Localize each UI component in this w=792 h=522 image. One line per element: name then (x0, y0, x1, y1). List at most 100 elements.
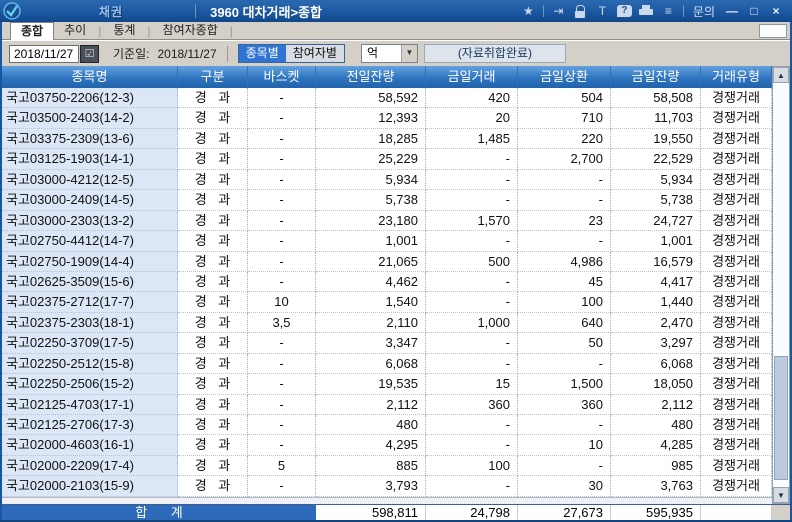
tab-trend[interactable]: 추이 (54, 22, 96, 40)
cell-today-trade: 1,000 (426, 312, 518, 334)
scrollbar-thumb[interactable] (774, 356, 788, 480)
lock-icon[interactable] (573, 4, 588, 18)
cell-basket: - (248, 476, 316, 497)
cell-basket: - (248, 88, 316, 109)
cell-name: 국고02250-2512(15-8) (2, 353, 178, 375)
scroll-down-button[interactable]: ▼ (773, 487, 789, 503)
date-input[interactable] (9, 44, 79, 63)
dropdown-arrow-icon[interactable]: ▼ (400, 45, 417, 62)
table-row[interactable]: 국고02125-4703(17-1) 경 과 -2,112 360 360 2,112 경쟁… (2, 394, 772, 415)
titlebar-divider (682, 5, 684, 17)
cell-basket: - (248, 108, 316, 129)
cell-gubun: 경 과 (178, 312, 248, 334)
cell-basket: - (248, 169, 316, 191)
table-row[interactable]: 국고03750-2206(12-3) 경 과 -58,592 420 504 58,508… (2, 88, 772, 109)
cell-gubun: 경 과 (178, 210, 248, 232)
window-border (0, 22, 2, 522)
cell-prev-balance: 21,065 (316, 251, 426, 272)
cell-today-trade: 360 (426, 394, 518, 415)
cell-today-repay: 1,500 (518, 374, 611, 395)
cell-today-repay: - (518, 169, 611, 191)
table-row[interactable]: 국고02750-1909(14-4) 경 과 -21,065 500 4,986 16,5… (2, 251, 772, 272)
cell-name: 국고03375-2309(13-6) (2, 128, 178, 150)
app-logo-icon[interactable] (3, 2, 21, 20)
favorite-star-icon[interactable]: ★ (521, 2, 536, 20)
cell-basket: - (248, 353, 316, 375)
total-today-trade: 24,798 (426, 505, 518, 520)
minimize-button[interactable]: — (724, 4, 740, 18)
cell-trade-type: 경쟁거래 (701, 128, 772, 150)
cell-today-trade: 1,485 (426, 128, 518, 150)
cell-today-repay: 4,986 (518, 251, 611, 272)
table-row[interactable]: 국고03000-2303(13-2) 경 과 -23,180 1,570 23 24,72… (2, 210, 772, 232)
table-row[interactable]: 국고02000-2209(17-4) 경 과 5 885 100-985 경쟁거래 (2, 455, 772, 477)
table-row[interactable]: 국고02125-2706(17-3) 경 과 -480- -480 경쟁거래 (2, 415, 772, 436)
cell-name: 국고02250-2506(15-2) (2, 374, 178, 395)
menu-list-icon[interactable]: ≡ (661, 2, 676, 20)
cell-prev-balance: 12,393 (316, 108, 426, 129)
table-row[interactable]: 국고02250-2506(15-2) 경 과 -19,535 15 1,500 18,05… (2, 374, 772, 395)
cell-trade-type: 경쟁거래 (701, 210, 772, 232)
help-balloon-icon[interactable]: ? (616, 5, 632, 17)
cell-today-trade: - (426, 415, 518, 436)
view-by-item-button[interactable]: 종목별 (238, 45, 286, 62)
cell-gubun: 경 과 (178, 455, 248, 477)
printer-icon[interactable] (638, 5, 654, 17)
vertical-scrollbar[interactable]: ▲ ▼ (772, 66, 790, 504)
unit-select[interactable]: 억 ▼ (360, 44, 418, 63)
cell-today-balance: 16,579 (611, 251, 701, 272)
cell-today-balance: 3,763 (611, 476, 701, 497)
export-icon[interactable]: ⇥ (551, 2, 566, 20)
scroll-up-button[interactable]: ▲ (773, 67, 789, 83)
total-label: 합 계 (2, 505, 316, 520)
titlebar-divider (195, 4, 197, 18)
font-size-icon[interactable]: T (595, 2, 610, 20)
table-row[interactable]: 국고02000-4603(16-1) 경 과 -4,295-10 4,285 경쟁거래 (2, 435, 772, 456)
table-row[interactable]: 국고02000-2103(15-9) 경 과 -3,793-30 3,763 경쟁거래 (2, 476, 772, 497)
tab-statistics[interactable]: 통계 (103, 22, 145, 40)
titlebar-actions: ★ ⇥ T? ≡ 문의 — □ × (521, 2, 792, 20)
table-row[interactable]: 국고02375-2303(18-1) 경 과 3,5 2,110 1,000 640 2,4… (2, 312, 772, 334)
calendar-button[interactable]: ☑ (80, 44, 99, 63)
app-window: 채권 3960 대차거래>종합 ★ ⇥ T? ≡ 문의 — □ × 종합 추이 | 통계 | 참여자… (0, 0, 792, 522)
cell-today-balance: 24,727 (611, 210, 701, 232)
column-header-trade-type: 거래유형 (701, 66, 772, 88)
cell-today-repay: 30 (518, 476, 611, 497)
cell-today-trade: - (426, 169, 518, 191)
table-row[interactable]: 국고03000-2409(14-5) 경 과 -5,738- -5,738 경쟁거래 (2, 190, 772, 211)
cell-name: 국고02750-1909(14-4) (2, 251, 178, 272)
table-row[interactable]: 국고03000-4212(12-5) 경 과 -5,934- -5,934 경쟁거래 (2, 169, 772, 191)
close-button[interactable]: × (768, 4, 784, 18)
table-row[interactable]: 국고02250-2512(15-8) 경 과 -6,068- -6,068 경쟁거래 (2, 353, 772, 375)
maximize-button[interactable]: □ (746, 4, 762, 18)
column-header-gubun: 구분 (178, 66, 248, 88)
cell-prev-balance: 3,347 (316, 333, 426, 354)
table-row[interactable]: 국고03375-2309(13-6) 경 과 -18,285 1,485 220 19,5… (2, 128, 772, 150)
base-date-value: 2018/11/27 (157, 46, 217, 61)
view-by-participant-button[interactable]: 참여자별 (285, 45, 344, 62)
table-row[interactable]: 국고02250-3709(17-5) 경 과 -3,347-50 3,297 경쟁거래 (2, 333, 772, 354)
cell-today-repay: 504 (518, 88, 611, 109)
table-row[interactable]: 국고02625-3509(15-6) 경 과 -4,462-45 4,417 경쟁거래 (2, 271, 772, 293)
cell-gubun: 경 과 (178, 169, 248, 191)
table-row[interactable]: 국고02750-4412(14-7) 경 과 -1,001- -1,001 경쟁거래 (2, 231, 772, 252)
cell-today-balance: 1,001 (611, 231, 701, 252)
base-date-label: 기준일: (113, 47, 150, 61)
cell-today-repay: - (518, 415, 611, 436)
table-row[interactable]: 국고03500-2403(14-2) 경 과 -12,393 20 710 11,703 경… (2, 108, 772, 129)
table-row[interactable]: 국고02375-2712(17-7) 경 과 10 1,540-100 1,440 경쟁거… (2, 292, 772, 313)
cell-today-balance: 58,508 (611, 88, 701, 109)
cell-today-repay: - (518, 353, 611, 375)
cell-today-trade: - (426, 149, 518, 170)
table-row[interactable]: 국고03125-1903(14-1) 경 과 -25,229-2,700 22,529… (2, 149, 772, 170)
cell-trade-type: 경쟁거래 (701, 88, 772, 109)
total-row: 합 계 598,811 24,798 27,673 595,935 (2, 504, 790, 520)
inquiry-button[interactable]: 문의 (693, 3, 715, 20)
cell-today-trade: - (426, 271, 518, 293)
toolbar: ☑ 기준일: 2018/11/27 종목별참여자별 억 ▼ (자료취합완료) (2, 40, 790, 66)
tab-summary[interactable]: 종합 (10, 21, 55, 40)
horizontal-scrollbar[interactable] (2, 497, 772, 504)
cell-name: 국고03500-2403(14-2) (2, 108, 178, 129)
column-header-name: 종목명 (2, 66, 178, 88)
tab-participant-summary[interactable]: 참여자종합 (153, 22, 228, 40)
